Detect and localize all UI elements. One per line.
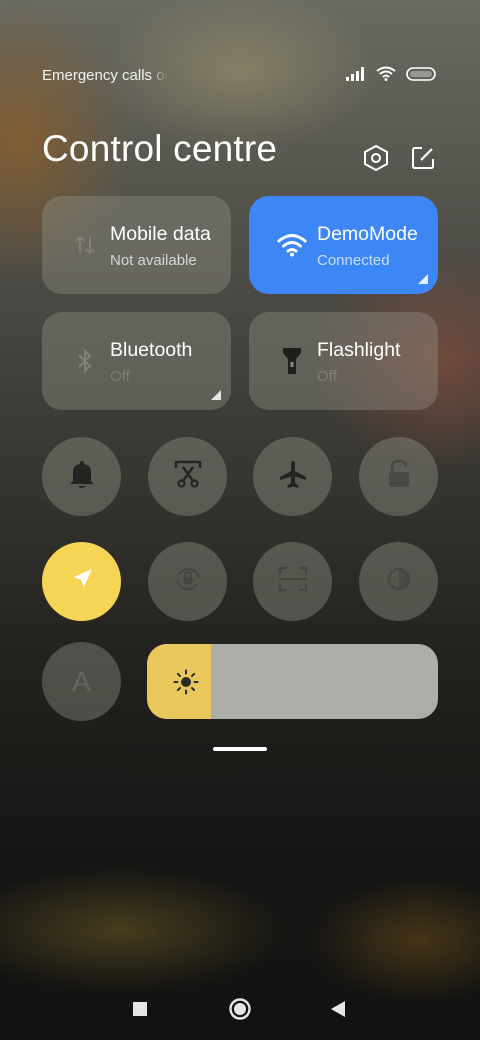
tile-status: Not available — [110, 252, 197, 269]
rotation-lock-icon — [173, 564, 203, 599]
drag-handle[interactable] — [213, 747, 267, 751]
home-button[interactable] — [225, 996, 255, 1026]
auto-letter-icon: A — [72, 665, 91, 697]
expand-corner-icon[interactable] — [211, 390, 221, 400]
wifi-icon — [277, 230, 307, 260]
sun-icon — [173, 669, 199, 695]
tile-flashlight[interactable]: Flashlight Off — [249, 312, 438, 410]
settings-button[interactable] — [361, 144, 391, 177]
toggle-lock-screen[interactable] — [359, 437, 438, 516]
tile-label: Flashlight — [317, 339, 401, 361]
brightness-slider[interactable] — [147, 644, 438, 719]
tile-wifi[interactable]: DemoMode Connected — [249, 196, 438, 294]
toggle-dark-mode[interactable] — [359, 542, 438, 621]
mobile-data-icon — [70, 230, 100, 260]
tile-mobile-data[interactable]: Mobile data Not available — [42, 196, 231, 294]
toggle-airplane-mode[interactable] — [253, 437, 332, 516]
recents-square-icon — [132, 1001, 148, 1022]
tile-label: DemoMode — [317, 223, 418, 245]
lock-icon — [387, 459, 411, 494]
toggle-sound[interactable] — [42, 437, 121, 516]
recents-button[interactable] — [125, 996, 155, 1026]
toggle-auto-brightness[interactable]: A — [42, 642, 121, 721]
settings-icon — [363, 144, 389, 177]
tile-status: Off — [317, 368, 337, 385]
bell-icon — [68, 459, 96, 494]
toggle-scanner[interactable] — [253, 542, 332, 621]
battery-icon — [406, 66, 436, 86]
screenshot-icon — [173, 459, 203, 494]
page-title: Control centre — [42, 128, 278, 169]
tile-status: Off — [110, 368, 130, 385]
tile-bluetooth[interactable]: Bluetooth Off — [42, 312, 231, 410]
edit-icon — [410, 145, 436, 176]
status-bar-icons — [346, 66, 436, 86]
toggle-location[interactable] — [42, 542, 121, 621]
scan-frame-icon — [278, 566, 308, 597]
back-button[interactable] — [323, 996, 353, 1026]
signal-icon — [346, 66, 366, 86]
toggle-screenshot[interactable] — [148, 437, 227, 516]
status-bar-text: Emergency calls only — [42, 67, 168, 84]
edit-button[interactable] — [408, 145, 438, 175]
dark-mode-icon — [386, 566, 412, 597]
home-circle-icon — [228, 997, 252, 1026]
wifi-icon — [376, 66, 396, 86]
location-arrow-icon — [68, 565, 96, 598]
toggle-rotation-lock[interactable] — [148, 542, 227, 621]
tile-status: Connected — [317, 252, 390, 269]
bluetooth-icon — [70, 346, 100, 376]
tile-label: Mobile data — [110, 223, 211, 245]
flashlight-icon — [277, 346, 307, 376]
airplane-icon — [278, 459, 308, 494]
expand-corner-icon[interactable] — [418, 274, 428, 284]
tile-label: Bluetooth — [110, 339, 193, 361]
back-triangle-icon — [330, 1000, 346, 1023]
